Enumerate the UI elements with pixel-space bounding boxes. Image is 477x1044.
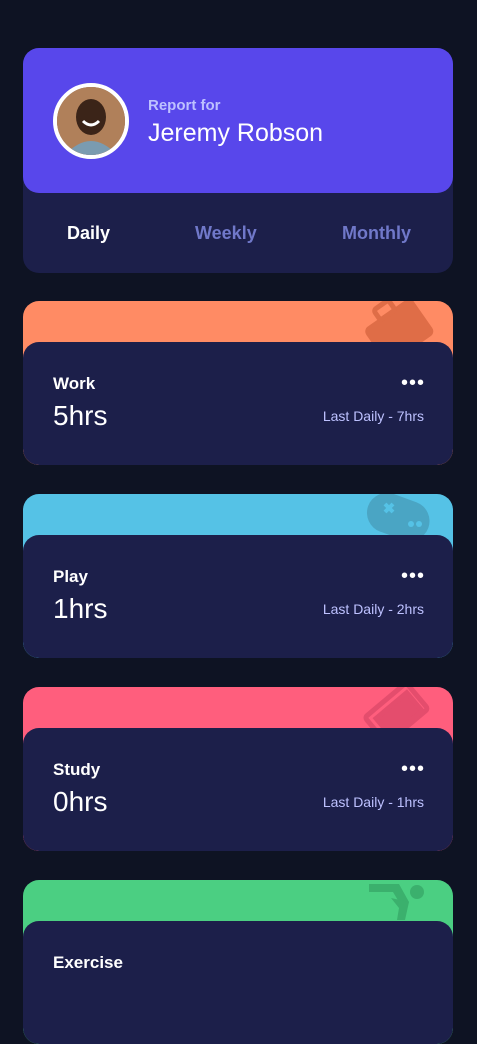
avatar bbox=[53, 83, 129, 159]
tab-weekly[interactable]: Weekly bbox=[195, 223, 257, 244]
tab-monthly[interactable]: Monthly bbox=[342, 223, 411, 244]
card-title: Play bbox=[53, 567, 88, 586]
tab-daily[interactable]: Daily bbox=[67, 223, 110, 244]
user-name: Jeremy Robson bbox=[148, 119, 324, 147]
previous-hours: Last Daily - 7hrs bbox=[322, 408, 424, 424]
current-hours: 1hrs bbox=[53, 593, 108, 624]
card-title: Work bbox=[53, 374, 96, 393]
previous-hours: Last Daily - 1hrs bbox=[322, 794, 424, 810]
more-options-icon[interactable]: ••• bbox=[401, 565, 425, 588]
work-card-body[interactable]: Work ••• 5hrs Last Daily - 7hrs bbox=[23, 342, 453, 465]
current-hours: 0hrs bbox=[53, 786, 108, 817]
card-title: Exercise bbox=[53, 953, 123, 972]
current-hours: 5hrs bbox=[53, 400, 108, 431]
study-card: Study ••• 0hrs Last Daily - 1hrs bbox=[23, 687, 453, 851]
work-card: Work ••• 5hrs Last Daily - 7hrs bbox=[23, 301, 453, 465]
previous-hours: Last Daily - 2hrs bbox=[322, 601, 424, 617]
profile-card: Report for Jeremy Robson Daily Weekly Mo… bbox=[23, 48, 453, 273]
study-card-body[interactable]: Study ••• 0hrs Last Daily - 1hrs bbox=[23, 728, 453, 851]
card-title: Study bbox=[53, 760, 101, 779]
play-card-body[interactable]: Play ••• 1hrs Last Daily - 2hrs bbox=[23, 535, 453, 658]
report-label: Report for bbox=[148, 97, 221, 114]
more-options-icon[interactable]: ••• bbox=[401, 372, 425, 395]
exercise-card: Exercise bbox=[23, 880, 453, 1044]
profile-header: Report for Jeremy Robson bbox=[23, 48, 453, 193]
exercise-card-body[interactable]: Exercise bbox=[23, 921, 453, 1044]
play-card: Play ••• 1hrs Last Daily - 2hrs bbox=[23, 494, 453, 658]
more-options-icon[interactable]: ••• bbox=[401, 758, 425, 781]
